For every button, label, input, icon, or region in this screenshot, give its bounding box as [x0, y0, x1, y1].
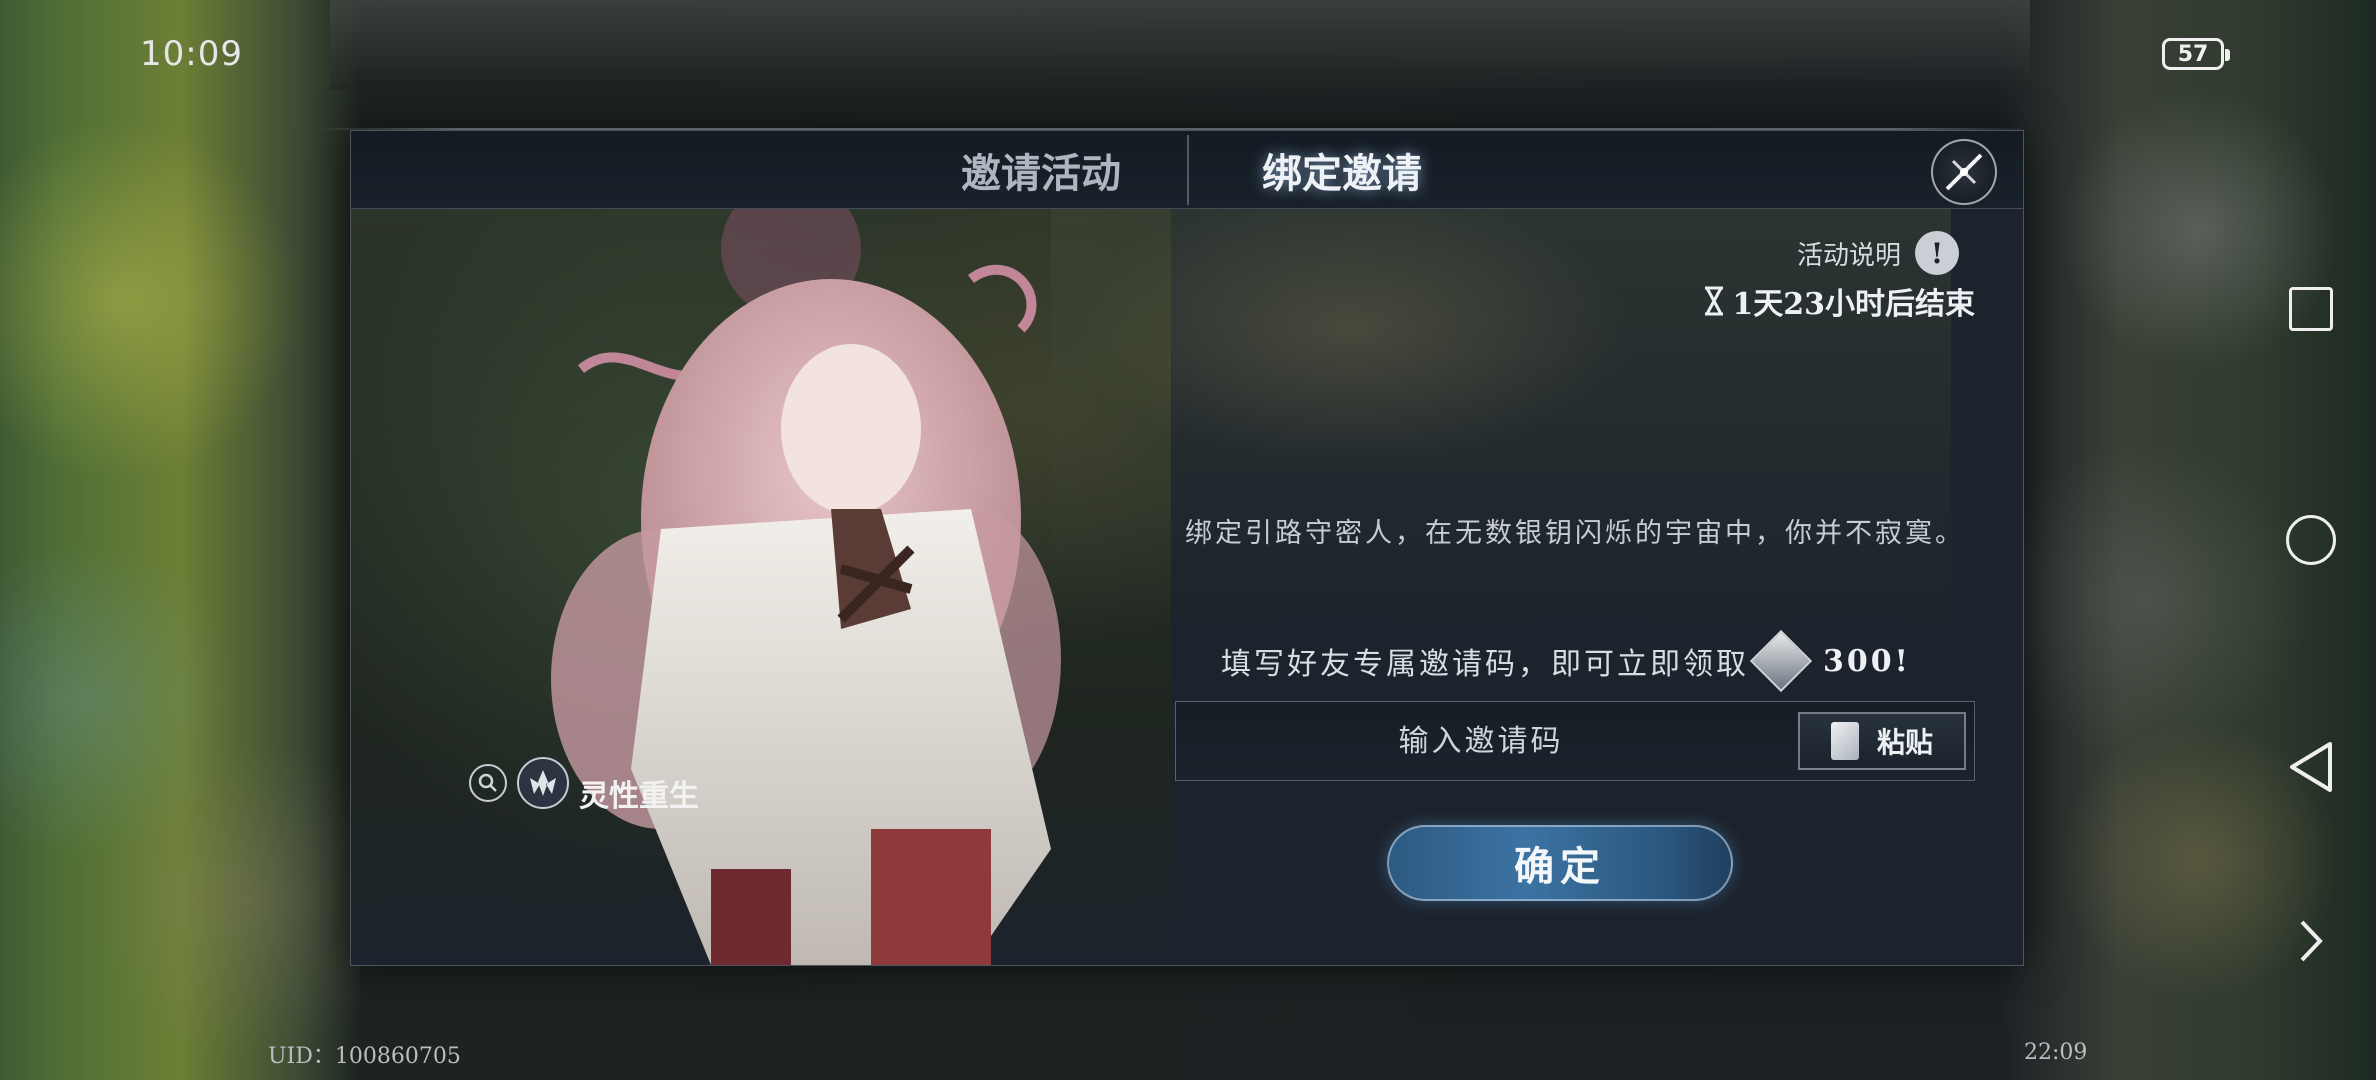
- blurred-top-band: [330, 0, 2030, 90]
- hourglass-icon: [1705, 286, 1724, 316]
- user-id: UID：100860705: [268, 1044, 461, 1069]
- reward-currency-icon: [1749, 629, 1813, 693]
- tab-bind-invite[interactable]: 绑定邀请: [1187, 131, 1497, 209]
- home-button[interactable]: [2246, 515, 2376, 565]
- chevron-right-icon: [2300, 920, 2323, 962]
- back-nav-icon: [2290, 742, 2332, 792]
- paste-label: 粘贴: [1876, 726, 1933, 759]
- system-navigation-bar: [2246, 0, 2376, 1080]
- back-button[interactable]: [2246, 740, 2376, 794]
- search-icon[interactable]: [469, 764, 507, 802]
- reward-text: 填写好友专属邀请码，即可立即领取: [1221, 647, 1749, 682]
- battery-indicator: 57: [2162, 38, 2230, 70]
- status-time: 10:09: [140, 34, 243, 74]
- expand-nav-button[interactable]: [2246, 918, 2376, 964]
- invite-dialog: 邀请活动 绑定邀请 活动说明 ! 1天23小时后结束 灵性重生 绑定引路守密人，…: [350, 130, 2024, 966]
- square-nav-icon: [2289, 287, 2333, 331]
- circle-nav-icon: [2286, 515, 2336, 565]
- character-illustration: [551, 209, 1061, 965]
- reward-info: 填写好友专属邀请码，即可立即领取 300!: [1221, 629, 1911, 693]
- event-description-label: 活动说明: [1796, 240, 1901, 271]
- invite-code-field: 粘贴: [1175, 701, 1975, 781]
- close-button[interactable]: [1931, 139, 1997, 205]
- paste-icon: [1830, 722, 1859, 760]
- event-countdown: 1天23小时后结束: [1702, 279, 1975, 323]
- recent-apps-button[interactable]: [2246, 287, 2376, 331]
- invite-code-input[interactable]: [1176, 702, 1786, 780]
- character-tag-label: 灵性重生: [579, 779, 699, 814]
- tab-invite-activity[interactable]: 邀请活动: [891, 131, 1191, 209]
- confirm-button[interactable]: 确定: [1387, 825, 1733, 901]
- tab-bar: 邀请活动 绑定邀请: [351, 131, 2023, 209]
- character-tag[interactable]: 灵性重生: [469, 751, 699, 815]
- close-icon: [1945, 153, 1983, 191]
- bind-description: 绑定引路守密人，在无数银钥闪烁的宇宙中，你并不寂寞。: [1185, 518, 1965, 549]
- reward-amount: 300!: [1823, 643, 1911, 679]
- game-clock: 22:09: [2024, 1040, 2088, 1065]
- emblem-icon: [517, 757, 569, 809]
- info-icon: !: [1915, 231, 1959, 275]
- event-description-link[interactable]: 活动说明 !: [1797, 231, 1959, 275]
- countdown-text: 1天23小时后结束: [1732, 287, 1975, 322]
- paste-button[interactable]: 粘贴: [1798, 712, 1966, 770]
